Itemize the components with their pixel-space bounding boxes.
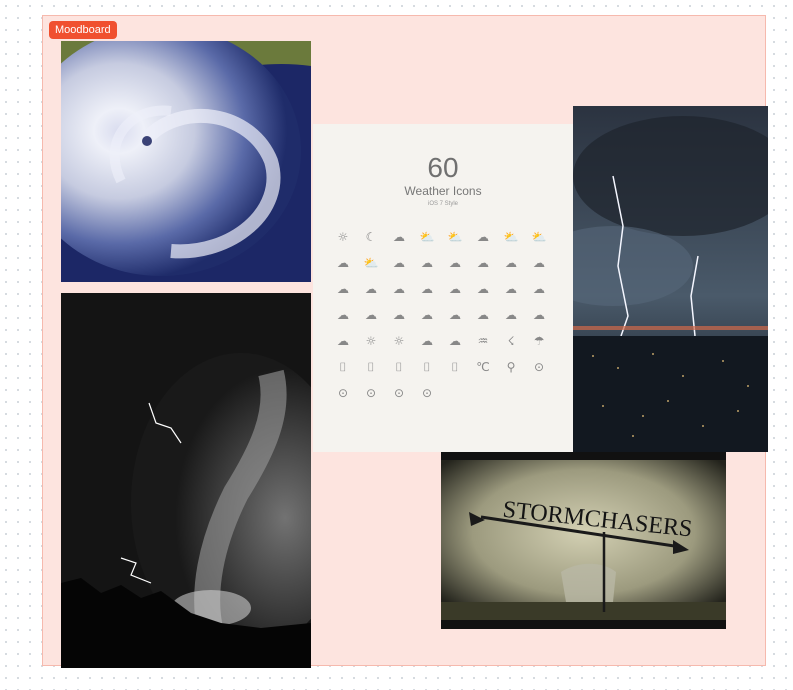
weather-icon: ⌷ xyxy=(395,360,403,374)
weather-icon: ⛅ xyxy=(503,230,519,244)
weather-icon: ☁ xyxy=(365,282,377,296)
weather-icon: ☁ xyxy=(449,308,461,322)
weather-icon: ☁ xyxy=(393,230,405,244)
weather-icon: ☁ xyxy=(533,282,545,296)
weather-icon: ⛅ xyxy=(419,230,435,244)
weather-icon: ⊙ xyxy=(393,386,405,400)
weather-icon: ☁ xyxy=(449,256,461,270)
weather-icon: ☁ xyxy=(449,282,461,296)
weather-icon: ☁ xyxy=(505,256,517,270)
weather-icon: ☁ xyxy=(477,230,489,244)
stormchasers-image[interactable]: STORMCHASERS xyxy=(441,452,726,629)
weather-icon: ☁ xyxy=(393,308,405,322)
weather-icon: ☁ xyxy=(505,308,517,322)
weather-icon: ☁ xyxy=(421,334,433,348)
weather-icon: ⊙ xyxy=(533,360,545,374)
weather-icon: ☁ xyxy=(421,256,433,270)
weather-icon: ☁ xyxy=(533,256,545,270)
weather-icon: ⌷ xyxy=(339,360,347,374)
lightning-city-image[interactable] xyxy=(573,106,768,452)
weather-icon: ☁ xyxy=(477,256,489,270)
weather-icon: ☁ xyxy=(533,308,545,322)
weather-icon: ⛅ xyxy=(531,230,547,244)
weather-icon: ⊙ xyxy=(365,386,377,400)
weather-icon: ⊙ xyxy=(337,386,349,400)
sheet-subtitle: iOS 7 Style xyxy=(427,201,458,207)
weather-icon: ℃ xyxy=(476,360,490,374)
weather-icon: ☁ xyxy=(393,282,405,296)
weather-icon: ⛅ xyxy=(447,230,463,244)
hurricane-image[interactable] xyxy=(61,41,311,282)
weather-icon: ☼ xyxy=(365,334,377,348)
weather-icon: ☂ xyxy=(533,334,545,348)
tornado-bw-image[interactable] xyxy=(61,293,311,668)
weather-icon: ☼ xyxy=(337,230,349,244)
weather-icon: ⛅ xyxy=(363,256,379,270)
weather-icon: ☁ xyxy=(449,334,461,348)
weather-icon: ♒ xyxy=(477,334,489,348)
icon-count: 60 xyxy=(427,152,459,183)
weather-icon: ☁ xyxy=(421,282,433,296)
weather-icon: ☁ xyxy=(337,282,349,296)
weather-icon: ⚲ xyxy=(506,360,516,374)
icon-grid: ☼ ☾ ☁ ⛅ ⛅ ☁ ⛅ ⛅ ☁ ⛅ ☁ ☁ ☁ ☁ ☁ ☁ ☁ ☁ ☁ ☁ ☁ ☁ ☁ ☁ ☁ ☁ ☁ ☁ ☁ ☁ ☁ ☁ ☁ ☼ ☼ ☁ ☁ ♒ ☇ ☂… xyxy=(333,228,553,402)
weather-icon: ☼ xyxy=(393,334,405,348)
sheet-title: Weather Icons xyxy=(404,184,482,198)
weather-icon: ☁ xyxy=(477,308,489,322)
weather-icon: ☇ xyxy=(507,334,515,348)
moodboard-label[interactable]: Moodboard xyxy=(49,21,117,39)
weather-icon: ☁ xyxy=(393,256,405,270)
weather-icon: ☾ xyxy=(365,230,377,244)
weather-icon: ⌷ xyxy=(367,360,375,374)
weather-icon: ☁ xyxy=(337,334,349,348)
weather-icon: ☁ xyxy=(365,308,377,322)
weather-icon: ☁ xyxy=(337,256,349,270)
weather-icon: ⌷ xyxy=(451,360,459,374)
weather-icon: ☁ xyxy=(421,308,433,322)
weather-icon: ☁ xyxy=(337,308,349,322)
weather-icon: ⌷ xyxy=(423,360,431,374)
weather-icon: ☁ xyxy=(505,282,517,296)
weather-icons-sheet[interactable]: 60 Weather Icons iOS 7 Style ☼ ☾ ☁ ⛅ ⛅ ☁ ⛅ ⛅ ☁ ⛅ ☁… xyxy=(313,124,573,452)
weather-icon: ⊙ xyxy=(421,386,433,400)
weather-icon: ☁ xyxy=(477,282,489,296)
